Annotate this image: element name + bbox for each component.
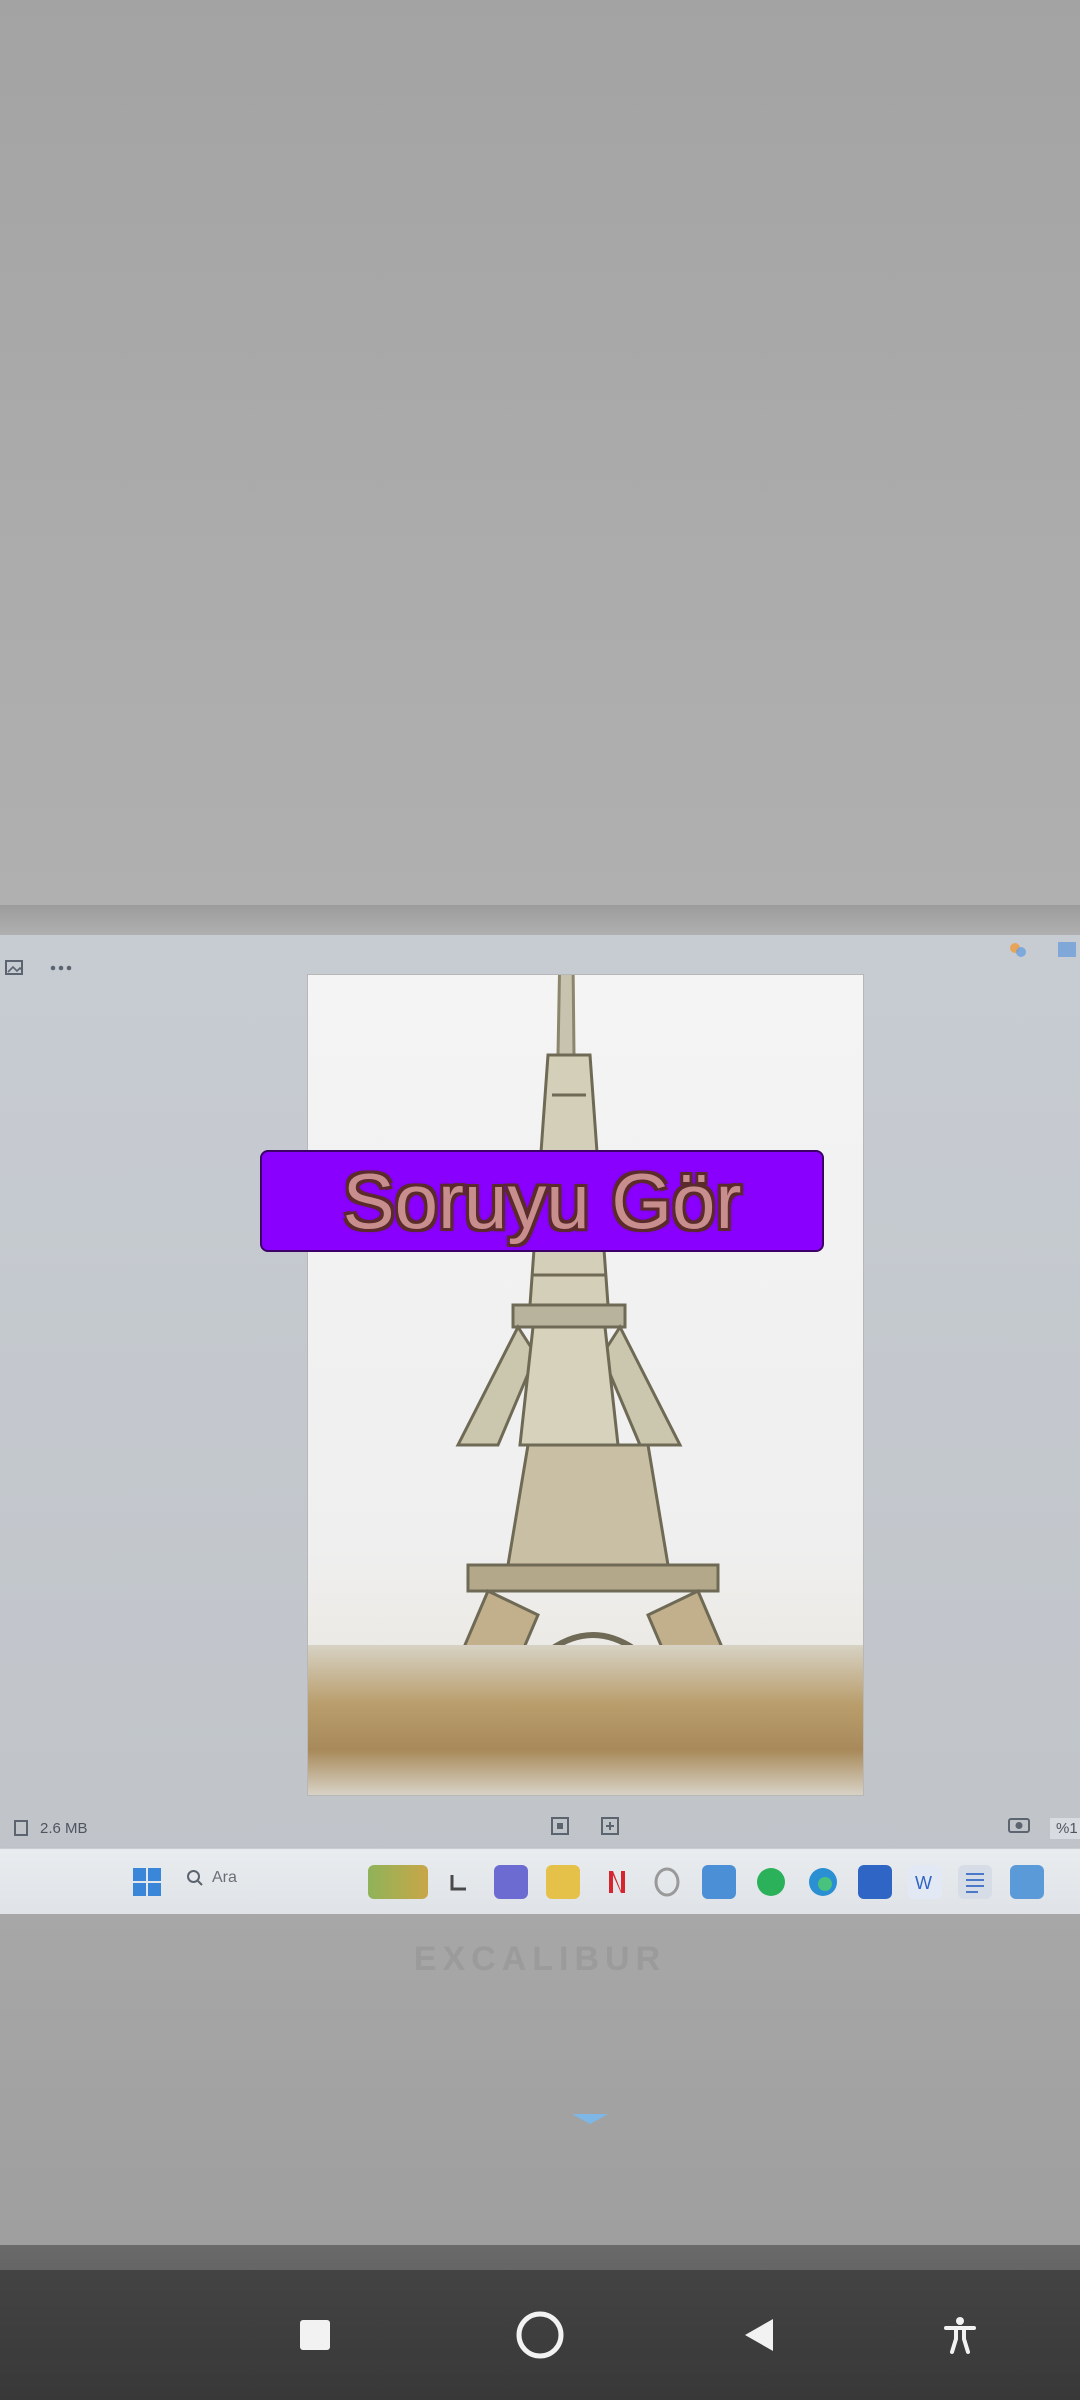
edit-image-icon[interactable] (1055, 937, 1080, 963)
fit-screen-icon[interactable] (550, 1816, 570, 1840)
eiffel-tower-photo (308, 975, 863, 1795)
file-size: 2.6 MB (40, 1820, 88, 1837)
more-icon[interactable] (48, 955, 74, 981)
back-icon[interactable] (724, 2300, 794, 2370)
word-icon[interactable]: W (908, 1865, 942, 1899)
word-icon[interactable] (858, 1865, 892, 1899)
viewer-status-bar: 2.6 MB %1 (0, 1810, 1080, 1850)
recents-icon[interactable] (280, 2300, 350, 2370)
view-question-label: Soruyu Gör (342, 1156, 742, 1245)
view-question-button[interactable]: Soruyu Gör (260, 1150, 824, 1252)
home-icon[interactable] (505, 2300, 575, 2370)
opera-icon[interactable] (650, 1865, 684, 1899)
taskbar-search[interactable]: Ara (186, 1869, 237, 1887)
actual-size-icon[interactable] (600, 1816, 620, 1840)
background-wall (0, 0, 1080, 930)
copilot-icon[interactable] (1005, 937, 1031, 963)
taskview-icon[interactable] (442, 1865, 476, 1899)
power-led-icon (570, 2112, 610, 2131)
edge-icon[interactable] (806, 1865, 840, 1899)
search-placeholder: Ara (212, 1869, 237, 1886)
widgets-icon[interactable] (368, 1865, 428, 1899)
teams-icon[interactable] (494, 1865, 528, 1899)
file-explorer-icon[interactable] (546, 1865, 580, 1899)
screenshot-icon[interactable] (1008, 1816, 1030, 1838)
spotify-icon[interactable] (754, 1865, 788, 1899)
zoom-level[interactable]: %1 (1050, 1818, 1080, 1839)
svg-text:W: W (915, 1873, 932, 1893)
notepad-icon[interactable] (958, 1865, 992, 1899)
city-skyline (308, 1645, 863, 1795)
mail-icon[interactable] (702, 1865, 736, 1899)
windows-taskbar: Ara W (0, 1848, 1080, 1915)
search-icon (187, 1870, 203, 1886)
file-icon (14, 1820, 28, 1840)
windows-start-icon[interactable] (130, 1865, 164, 1899)
photos-icon[interactable] (1010, 1865, 1044, 1899)
gallery-icon[interactable] (2, 955, 28, 981)
accessibility-icon[interactable] (925, 2300, 995, 2370)
laptop-brand: EXCALIBUR (413, 1940, 667, 1978)
netflix-icon[interactable] (598, 1865, 632, 1899)
